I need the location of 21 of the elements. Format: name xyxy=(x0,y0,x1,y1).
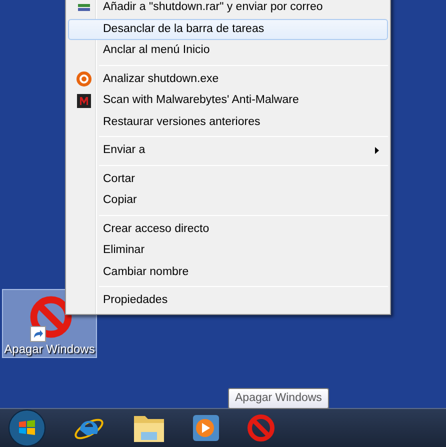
menu-item[interactable]: Crear acceso directo xyxy=(68,218,388,240)
menu-item[interactable]: Analizar shutdown.exe xyxy=(68,68,388,90)
menu-item[interactable]: Restaurar versiones anteriores xyxy=(68,112,388,133)
submenu-arrow-icon xyxy=(375,147,379,154)
start-orb-icon[interactable] xyxy=(8,409,46,447)
icon-label: Apagar Windows xyxy=(4,341,95,358)
menu-item[interactable]: Scan with Malwarebytes' Anti-Malware xyxy=(68,90,388,112)
menu-item[interactable]: Cambiar nombre xyxy=(68,262,388,283)
prohibition-icon[interactable] xyxy=(246,413,276,443)
menu-item[interactable]: Enviar a xyxy=(68,140,388,162)
menu-item[interactable]: Copiar xyxy=(68,190,388,212)
menu-item[interactable]: Eliminar xyxy=(68,240,388,262)
prohibition-icon xyxy=(28,294,74,340)
menu-item[interactable]: Anclar al menú Inicio xyxy=(68,40,388,62)
scanner-icon xyxy=(76,71,92,88)
menu-item[interactable]: Añadir a "shutdown.rar" y enviar por correo xyxy=(68,0,388,18)
menu-item[interactable]: Desanclar de la barra de tareas xyxy=(68,18,388,40)
menu-item[interactable]: Cortar xyxy=(68,168,388,190)
media-player-icon[interactable] xyxy=(192,414,220,442)
tooltip: Apagar Windows xyxy=(228,388,329,410)
antimalware-icon xyxy=(76,94,90,108)
